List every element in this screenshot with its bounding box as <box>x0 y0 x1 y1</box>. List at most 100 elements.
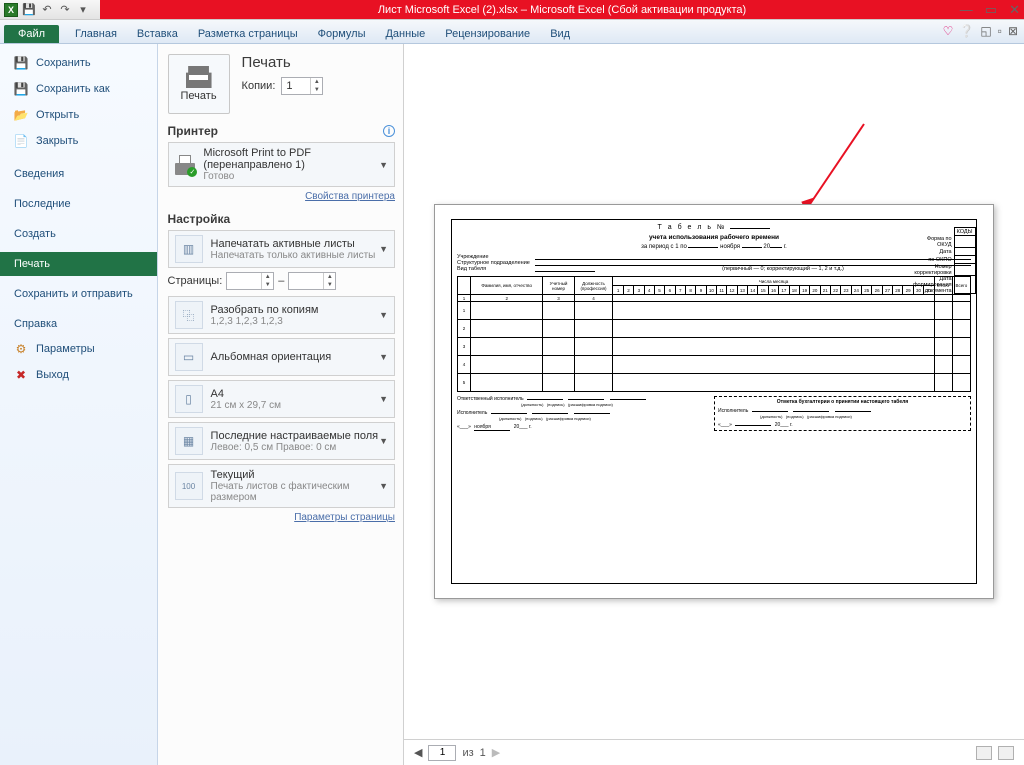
period-year-pre: 20 <box>763 244 770 250</box>
page-sep: из <box>462 747 473 759</box>
setting-scaling[interactable]: 100 ТекущийПечать листов с фактическим р… <box>168 464 395 508</box>
page-total: 1 <box>480 747 486 759</box>
setting-sub: Левое: 0,5 см Правое: 0 см <box>211 442 379 453</box>
scale-icon: 100 <box>175 472 203 500</box>
foot-mark: Отметка бухгалтерии о принятии настоящег… <box>718 399 967 405</box>
zoom-to-page-icon[interactable] <box>998 746 1014 760</box>
close-icon[interactable]: ✕ <box>1009 2 1020 18</box>
page-number-input[interactable] <box>428 745 456 761</box>
kody-label: по ОКПО <box>911 256 954 264</box>
ribbon-restore-icon[interactable]: ▫ <box>998 24 1002 38</box>
maximize-icon[interactable]: ▭ <box>985 2 997 18</box>
excel-icon: X <box>4 3 18 17</box>
preview-page: КОДЫ Форма по ОКУД Дата по ОКПО Номер ко… <box>434 204 994 599</box>
printer-heading: Принтер <box>168 124 218 138</box>
tab-formulas[interactable]: Формулы <box>308 25 376 43</box>
chevron-down-icon: ▼ <box>379 244 388 254</box>
nav-help[interactable]: Справка <box>0 312 157 336</box>
nav-print[interactable]: Печать <box>0 252 157 276</box>
help-icon[interactable]: ❔ <box>959 24 974 38</box>
printer-selector[interactable]: ✓ Microsoft Print to PDF (перенаправлено… <box>168 142 395 187</box>
nav-label: Закрыть <box>36 135 78 147</box>
copies-input[interactable]: 1 ▲▼ <box>281 77 323 95</box>
setting-paper-size[interactable]: ▯ A421 см x 29,7 см ▼ <box>168 380 395 418</box>
tab-view[interactable]: Вид <box>540 25 580 43</box>
setting-sub: Печать листов с фактическим размером <box>211 481 388 503</box>
qat-dropdown-icon[interactable]: ▾ <box>76 3 90 17</box>
window-controls: — ▭ ✕ <box>960 0 1020 19</box>
doc-title: Т а б е л ь № <box>658 224 727 231</box>
printer-name: Microsoft Print to PDF (перенаправлено 1… <box>203 147 388 171</box>
chevron-down-icon: ▼ <box>379 481 388 491</box>
nav-save-as[interactable]: 💾Сохранить как <box>0 76 157 102</box>
kody-label: Дата формирования документа <box>911 276 954 294</box>
setting-print-active[interactable]: ▥ Напечатать активные листыНапечатать то… <box>168 230 395 268</box>
nav-open[interactable]: 📂Открыть <box>0 102 157 128</box>
gear-icon: ⚙ <box>14 342 28 356</box>
tab-insert[interactable]: Вставка <box>127 25 188 43</box>
minimize-icon[interactable]: — <box>960 2 973 17</box>
ribbon-close-icon[interactable]: ⊠ <box>1008 24 1018 38</box>
show-margins-icon[interactable] <box>976 746 992 760</box>
setting-title: A4 <box>211 388 281 400</box>
period-month: ноября <box>720 244 740 250</box>
copies-value: 1 <box>286 80 292 92</box>
tab-home[interactable]: Главная <box>65 25 127 43</box>
nav-save-send[interactable]: Сохранить и отправить <box>0 282 157 306</box>
nav-label: Параметры <box>36 343 95 355</box>
setting-margins[interactable]: ▦ Последние настраиваемые поляЛевое: 0,5… <box>168 422 395 460</box>
print-button[interactable]: Печать <box>168 54 230 114</box>
nav-info[interactable]: Сведения <box>0 162 157 186</box>
printer-properties-link[interactable]: Свойства принтера <box>168 191 395 202</box>
backstage-nav: 💾Сохранить 💾Сохранить как 📂Открыть 📄Закр… <box>0 44 158 765</box>
down-icon[interactable]: ▼ <box>311 86 322 94</box>
nav-label: Справка <box>14 318 57 330</box>
nav-options[interactable]: ⚙ Параметры <box>0 336 157 362</box>
next-page-icon[interactable]: ▶ <box>492 746 500 759</box>
nav-save[interactable]: 💾Сохранить <box>0 50 157 76</box>
period-pre: за период с 1 по <box>641 244 687 250</box>
pages-from-input[interactable]: ▲▼ <box>226 272 274 290</box>
save-icon: 💾 <box>14 56 28 70</box>
kody-header: КОДЫ <box>954 228 975 236</box>
nav-close[interactable]: 📄 Закрыть <box>0 128 157 154</box>
nav-new[interactable]: Создать <box>0 222 157 246</box>
page-setup-link[interactable]: Параметры страницы <box>168 512 395 523</box>
tab-page-layout[interactable]: Разметка страницы <box>188 25 308 43</box>
chevron-down-icon: ▼ <box>379 310 388 320</box>
preview-footer: ◀ из 1 ▶ <box>404 739 1024 765</box>
chevron-down-icon: ▼ <box>379 160 388 170</box>
undo-icon[interactable]: ↶ <box>40 3 54 17</box>
nav-label: Открыть <box>36 109 79 121</box>
redo-icon[interactable]: ↷ <box>58 3 72 17</box>
setting-orientation[interactable]: ▭ Альбомная ориентация ▼ <box>168 338 395 376</box>
print-heading: Печать <box>242 54 324 71</box>
nav-exit[interactable]: ✖Выход <box>0 362 157 388</box>
up-icon[interactable]: ▲ <box>311 78 322 86</box>
save-icon[interactable]: 💾 <box>22 3 36 17</box>
close-doc-icon: 📄 <box>14 134 28 148</box>
backstage: 💾Сохранить 💾Сохранить как 📂Открыть 📄Закр… <box>0 44 1024 765</box>
period-year-suf: г. <box>784 244 787 250</box>
collate-icon: ⿻ <box>175 301 203 329</box>
print-preview: КОДЫ Форма по ОКУД Дата по ОКПО Номер ко… <box>404 44 1024 765</box>
copies-label: Копии: <box>242 80 276 92</box>
setting-collate[interactable]: ⿻ Разобрать по копиям1,2,3 1,2,3 1,2,3 ▼ <box>168 296 395 334</box>
heart-icon[interactable]: ♡ <box>943 24 954 38</box>
info-icon[interactable]: i <box>383 125 395 137</box>
foot-otv: Ответственный исполнитель <box>457 396 524 402</box>
nav-label: Сохранить как <box>36 83 110 95</box>
tab-review[interactable]: Рецензирование <box>435 25 540 43</box>
nav-recent[interactable]: Последние <box>0 192 157 216</box>
prev-page-icon[interactable]: ◀ <box>414 746 422 759</box>
ribbon-min-icon[interactable]: ◱ <box>980 24 991 38</box>
tab-data[interactable]: Данные <box>375 25 435 43</box>
title-text-band: Лист Microsoft Excel (2).xlsx – Microsof… <box>100 0 1024 19</box>
nav-label: Выход <box>36 369 69 381</box>
nav-label: Создать <box>14 228 56 240</box>
ribbon-tabs: Файл Главная Вставка Разметка страницы Ф… <box>0 20 1024 44</box>
pages-to-input[interactable]: ▲▼ <box>288 272 336 290</box>
pages-to-sep: – <box>278 275 284 287</box>
file-tab[interactable]: Файл <box>4 25 59 43</box>
printer-icon <box>186 66 212 88</box>
